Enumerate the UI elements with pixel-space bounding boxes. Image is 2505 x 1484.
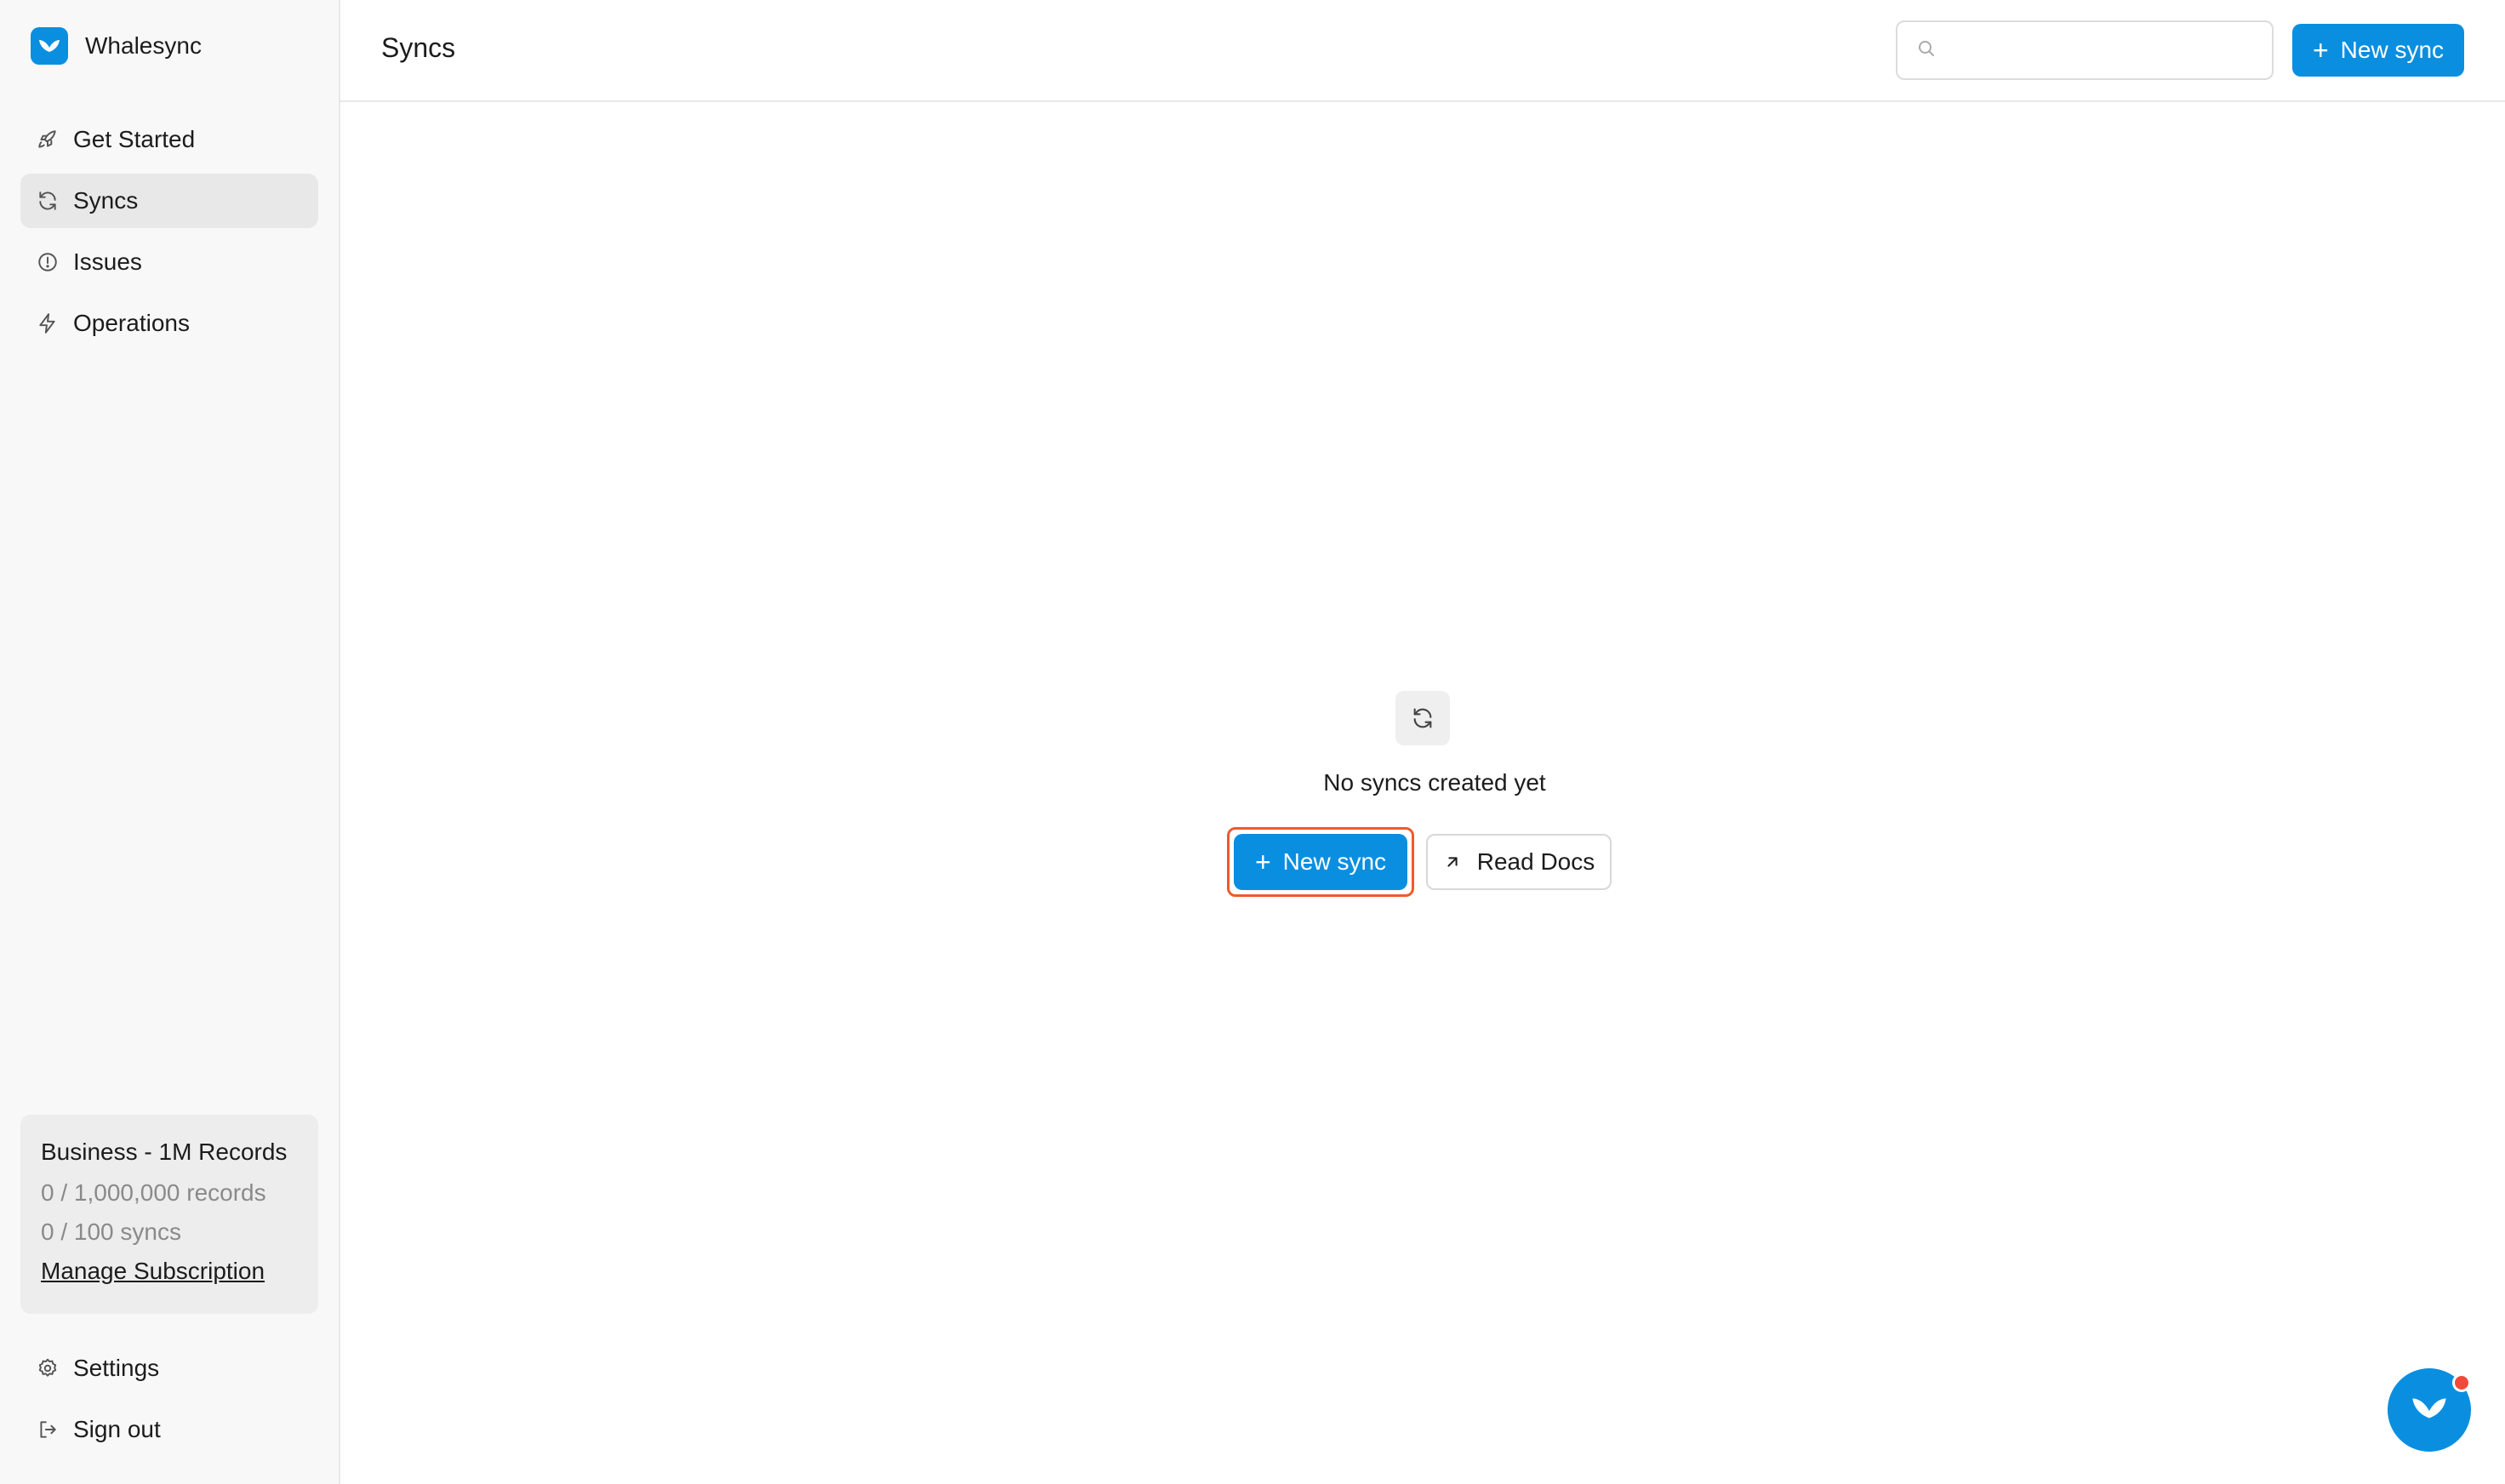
gear-icon [36, 1356, 60, 1380]
chat-launcher-button[interactable] [2388, 1368, 2471, 1452]
rocket-icon [36, 128, 60, 151]
search-box[interactable] [1896, 20, 2274, 80]
refresh-icon [1395, 691, 1450, 745]
notification-dot [2452, 1373, 2471, 1392]
sidebar-item-label: Sign out [73, 1416, 161, 1442]
read-docs-label: Read Docs [1476, 848, 1595, 875]
refresh-icon [36, 189, 60, 213]
sidebar-item-sign-out[interactable]: Sign out [20, 1402, 318, 1457]
sidebar: Whalesync Get Started Syncs Issues Opera… [0, 0, 340, 1484]
sidebar-bottom-nav: Settings Sign out [20, 1341, 318, 1464]
sidebar-item-label: Get Started [73, 126, 196, 152]
whale-tail-icon [31, 27, 68, 65]
brand[interactable]: Whalesync [31, 27, 202, 65]
page-title: Syncs [381, 32, 456, 63]
empty-state-message: No syncs created yet [1323, 769, 1546, 796]
empty-state: No syncs created yet + New sync Read Doc… [340, 102, 2505, 1484]
empty-new-sync-button[interactable]: + New sync [1234, 834, 1407, 890]
brand-name: Whalesync [85, 32, 202, 59]
plan-card: Business - 1M Records 0 / 1,000,000 reco… [20, 1115, 318, 1314]
sidebar-item-issues[interactable]: Issues [20, 235, 318, 289]
plan-syncs-usage: 0 / 100 syncs [41, 1219, 181, 1245]
plan-records-usage: 0 / 1,000,000 records [41, 1179, 266, 1206]
plan-title: Business - 1M Records [41, 1139, 288, 1165]
search-icon [1916, 38, 1937, 63]
sidebar-item-label: Issues [73, 248, 142, 275]
bolt-icon [36, 311, 60, 335]
sidebar-item-label: Settings [73, 1355, 160, 1381]
header-new-sync-label: New sync [2340, 37, 2445, 63]
sidebar-item-settings[interactable]: Settings [20, 1341, 318, 1396]
alert-circle-icon [36, 250, 60, 274]
plus-icon: + [2312, 35, 2329, 66]
read-docs-button[interactable]: Read Docs [1426, 834, 1612, 890]
header-new-sync-button[interactable]: + New sync [2292, 24, 2464, 77]
sidebar-item-operations[interactable]: Operations [20, 296, 318, 351]
whale-tail-icon [2408, 1393, 2451, 1428]
sign-out-icon [36, 1418, 60, 1441]
sidebar-item-syncs[interactable]: Syncs [20, 174, 318, 228]
empty-new-sync-label: New sync [1282, 848, 1387, 875]
manage-subscription-link[interactable]: Manage Subscription [41, 1258, 298, 1285]
top-header: Syncs + New sync [340, 0, 2505, 102]
sidebar-item-get-started[interactable]: Get Started [20, 112, 318, 167]
plus-icon: + [1254, 847, 1271, 877]
sidebar-item-label: Syncs [73, 187, 139, 214]
search-input[interactable] [1949, 36, 2255, 65]
sidebar-item-label: Operations [73, 310, 190, 336]
app-root: Whalesync Get Started Syncs Issues Opera… [0, 0, 2505, 1484]
arrow-up-right-icon [1443, 853, 1462, 871]
sidebar-nav: Get Started Syncs Issues Operations [20, 112, 318, 357]
